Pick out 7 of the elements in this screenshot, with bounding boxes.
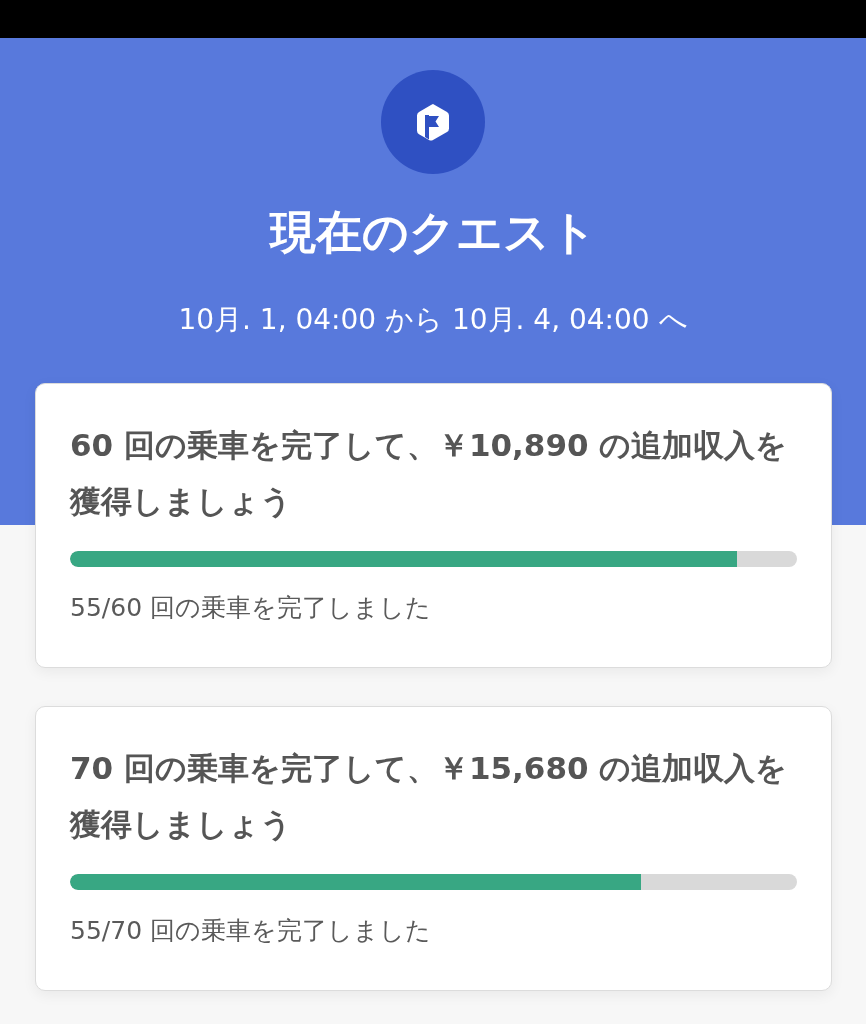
quest-goal: 70 回の乗車を完了して、￥15,680 の追加収入を獲得しましょう bbox=[70, 749, 789, 844]
progress-text: 55/70 回の乗車を完了しました bbox=[70, 915, 432, 947]
flag-badge-icon bbox=[381, 70, 485, 174]
date-range: 10月. 1, 04:00 から 10月. 4, 04:00 へ bbox=[178, 303, 688, 337]
page-title: 現在のクエスト bbox=[269, 204, 597, 260]
progress-text: 55/60 回の乗車を完了しました bbox=[70, 592, 432, 624]
quest-goal: 60 回の乗車を完了して、￥10,890 の追加収入を獲得しましょう bbox=[70, 426, 789, 521]
